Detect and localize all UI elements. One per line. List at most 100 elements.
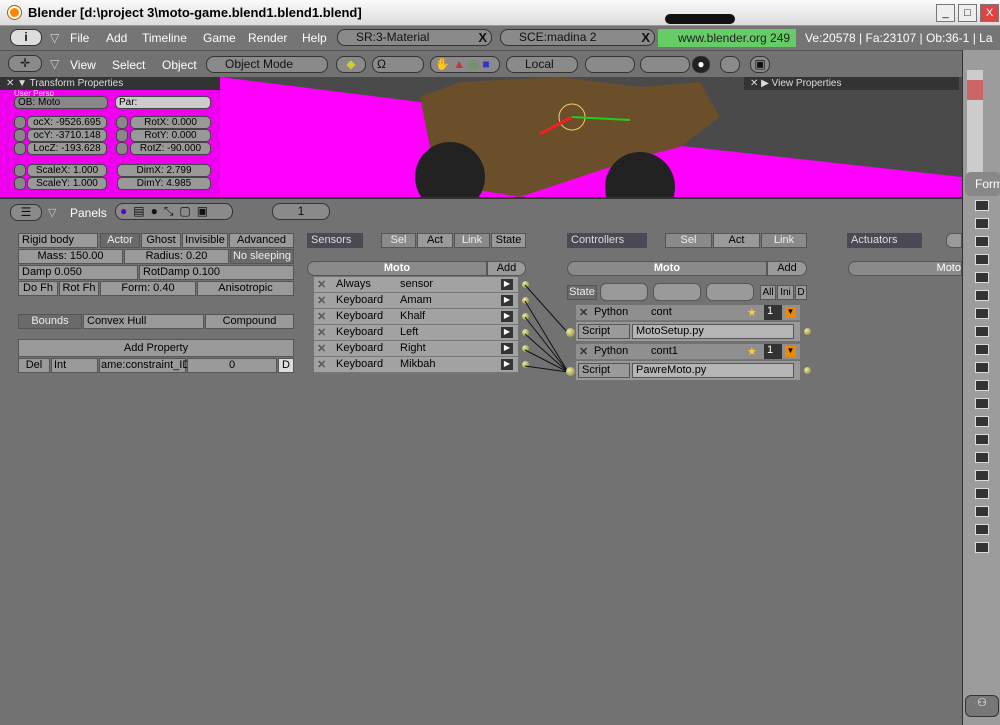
menu-render[interactable]: Render <box>248 31 287 45</box>
form-tab[interactable]: Form <box>965 172 1000 196</box>
no-sleeping-toggle[interactable]: No sleeping <box>230 249 294 264</box>
controller-input-socket[interactable] <box>566 328 575 337</box>
sensor-row[interactable]: ✕ Keyboard Mikbah ▶ <box>314 357 529 373</box>
collapse-icon[interactable]: ▽ <box>50 57 59 71</box>
rotdamp-slider[interactable]: RotDamp 0.100 <box>139 265 294 280</box>
expand-icon[interactable]: ▶ <box>501 311 513 322</box>
damp-slider[interactable]: Damp 0.050 <box>18 265 138 280</box>
physics-type-select[interactable]: Rigid body <box>18 233 98 248</box>
sensor-row[interactable]: ✕ Keyboard Right ▶ <box>314 341 529 357</box>
image-icon[interactable] <box>975 254 989 265</box>
image-icon[interactable] <box>975 290 989 301</box>
anisotropic-toggle[interactable]: Anisotropic <box>197 281 294 296</box>
collapse-controller-icon[interactable]: ▼ <box>785 307 796 318</box>
lock-icon[interactable] <box>14 129 26 142</box>
image-icon[interactable] <box>975 200 989 211</box>
image-icon[interactable] <box>975 470 989 481</box>
expand-icon[interactable]: ▶ <box>501 359 513 370</box>
image-icon[interactable] <box>975 326 989 337</box>
sensor-row[interactable]: ✕ Keyboard Khalf ▶ <box>314 309 529 325</box>
delete-controller-icon[interactable]: ✕ <box>579 345 588 358</box>
property-value-field[interactable]: 0 <box>187 358 277 373</box>
lock-icon[interactable] <box>14 116 26 129</box>
property-type-select[interactable]: Int <box>51 358 98 373</box>
sensor-name[interactable]: sensor <box>400 278 433 290</box>
rot-x-field[interactable]: RotX: 0.000 <box>130 116 211 129</box>
do-fh-toggle[interactable]: Do Fh <box>18 281 58 296</box>
sensors-link-toggle[interactable]: Link <box>454 233 490 248</box>
image-icon[interactable] <box>975 272 989 283</box>
image-icon[interactable] <box>975 380 989 391</box>
rot-z-field[interactable]: RotZ: -90.000 <box>130 142 211 155</box>
form-field[interactable]: Form: 0.40 <box>100 281 196 296</box>
info-editor-icon[interactable]: i <box>10 29 42 46</box>
add-sensor-button[interactable]: Add <box>487 261 526 276</box>
sensor-name[interactable]: Khalf <box>400 310 425 322</box>
delete-sensor-icon[interactable]: ✕ <box>317 310 326 323</box>
priority-number[interactable]: 1 <box>764 305 782 320</box>
image-icon[interactable] <box>975 488 989 499</box>
controller-input-socket[interactable] <box>566 367 575 376</box>
controller-type[interactable]: Python <box>594 345 628 357</box>
property-name-field[interactable]: ame:constraint_ID <box>99 358 190 373</box>
sensor-name[interactable]: Amam <box>400 294 432 306</box>
manipulator-icons[interactable]: ✋ ▲ ◎ ■ <box>430 56 500 73</box>
parent-field[interactable]: Par: <box>115 96 211 109</box>
controller-row[interactable]: ✕ Python cont1 ★ 1 ▼ <box>576 344 800 360</box>
expand-icon[interactable]: ▶ <box>501 295 513 306</box>
image-icon[interactable] <box>975 398 989 409</box>
controller-name[interactable]: cont <box>651 306 672 318</box>
link-icon[interactable] <box>720 56 740 73</box>
state-debug-button[interactable]: D <box>795 285 807 300</box>
delete-property-button[interactable]: Del <box>18 358 50 373</box>
view-properties-header[interactable]: ✕ ▶ View Properties <box>744 77 959 90</box>
3d-viewport[interactable]: ✕ ▼ Transform Properties User Persp OB: … <box>0 77 962 197</box>
mode-selector[interactable]: Object Mode <box>206 56 328 73</box>
delete-sensor-icon[interactable]: ✕ <box>317 326 326 339</box>
menu-object[interactable]: Object <box>162 58 197 72</box>
advanced-select[interactable]: Advanced <box>229 233 294 248</box>
sensor-type[interactable]: Keyboard <box>336 294 383 306</box>
collapse-controller-icon[interactable]: ▼ <box>785 346 796 357</box>
image-icon[interactable] <box>975 434 989 445</box>
delete-sensor-icon[interactable]: ✕ <box>317 294 326 307</box>
controllers-object-name[interactable]: Moto <box>567 261 767 276</box>
sensor-type[interactable]: Keyboard <box>336 310 383 322</box>
scale-x-field[interactable]: ScaleX: 1.000 <box>27 164 107 177</box>
scale-y-field[interactable]: ScaleY: 1.000 <box>27 177 107 190</box>
compound-toggle[interactable]: Compound <box>205 314 294 329</box>
delete-scene-icon[interactable]: X <box>641 30 650 45</box>
loc-z-field[interactable]: LocZ: -193.628 <box>27 142 107 155</box>
sensor-type[interactable]: Keyboard <box>336 326 383 338</box>
image-icon[interactable] <box>975 308 989 319</box>
add-property-button[interactable]: Add Property <box>18 339 294 357</box>
outliner-view-icon[interactable]: ⚇ <box>965 695 999 717</box>
invisible-toggle[interactable]: Invisible <box>182 233 228 248</box>
sensor-type[interactable]: Keyboard <box>336 342 383 354</box>
delete-sensor-icon[interactable]: ✕ <box>317 358 326 371</box>
menu-add[interactable]: Add <box>106 31 127 45</box>
lock-icon[interactable]: ● <box>692 56 710 73</box>
context-buttons[interactable]: ●▤●⤡▢▣ <box>115 203 233 220</box>
sensor-type[interactable]: Always <box>336 278 371 290</box>
actuators-sel-toggle[interactable] <box>946 233 962 248</box>
controller-name[interactable]: cont1 <box>651 345 678 357</box>
star-icon[interactable]: ★ <box>747 306 757 319</box>
close-button[interactable]: X <box>980 4 999 22</box>
menu-select[interactable]: Select <box>112 58 145 72</box>
script-name-field[interactable]: PawreMoto.py <box>632 363 794 378</box>
lock-icon[interactable] <box>116 129 128 142</box>
rot-fh-toggle[interactable]: Rot Fh <box>59 281 99 296</box>
loc-y-field[interactable]: ocY: -3710.148 <box>27 129 107 142</box>
layers-2[interactable] <box>640 56 690 73</box>
render-icon[interactable]: ▣ <box>750 56 770 73</box>
state-grid-1[interactable] <box>600 283 648 301</box>
dim-y-field[interactable]: DimY: 4.985 <box>117 177 211 190</box>
priority-number[interactable]: 1 <box>764 344 782 359</box>
controller-output-socket[interactable] <box>804 367 811 374</box>
state-ini-button[interactable]: Ini <box>777 285 794 300</box>
bounds-toggle[interactable]: Bounds <box>18 314 82 329</box>
sensors-object-name[interactable]: Moto <box>307 261 487 276</box>
expand-icon[interactable]: ▶ <box>501 327 513 338</box>
sensors-sel-toggle[interactable]: Sel <box>381 233 416 248</box>
